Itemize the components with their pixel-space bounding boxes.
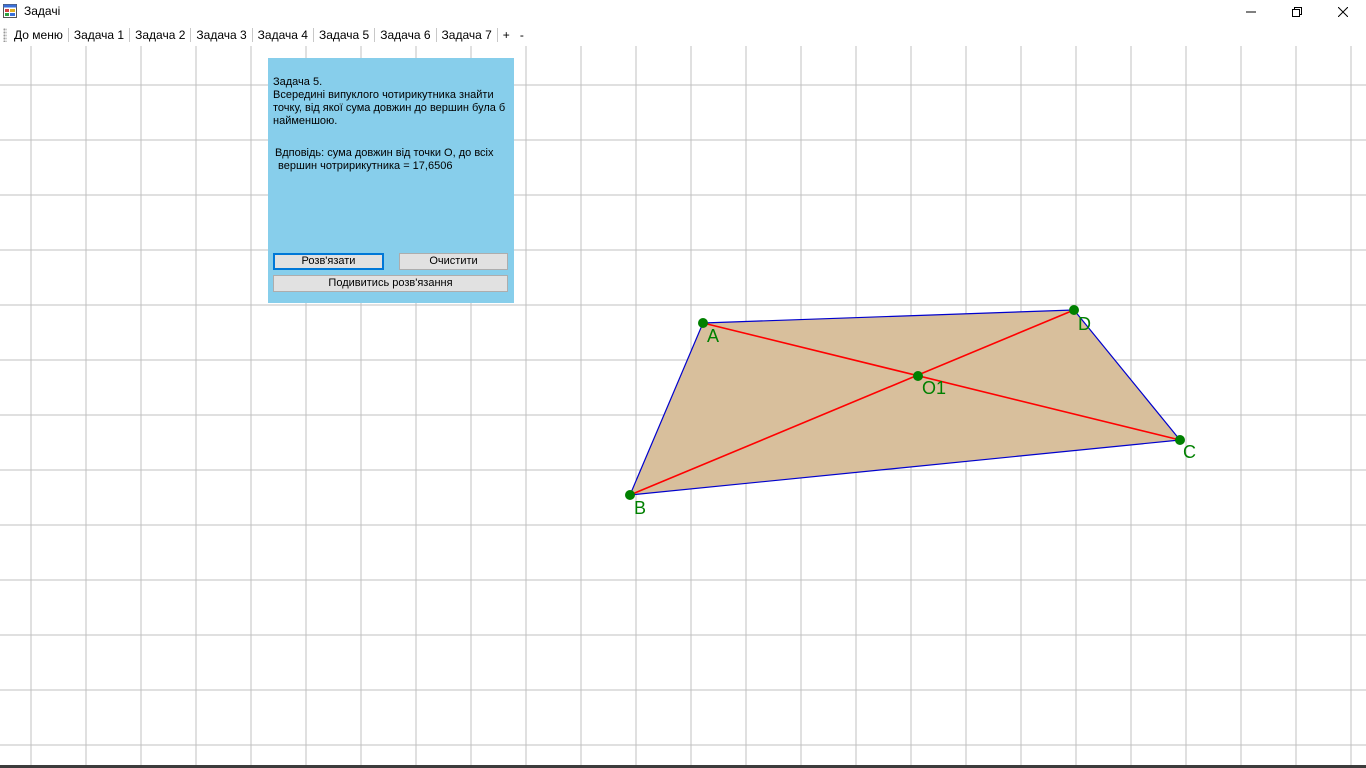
answer-line-2: вершин чотририкутника = 17,6506 <box>275 160 453 172</box>
answer-line-1: Вдповідь: сума довжин від точки О, до вс… <box>275 147 494 159</box>
menu-strip: До меню Задача 1 Задача 2 Задача 3 Задач… <box>0 24 1366 46</box>
maximize-button[interactable] <box>1274 0 1320 24</box>
answer-text: Вдповідь: сума довжин від точки О, до вс… <box>275 147 511 173</box>
menu-item-task-5[interactable]: Задача 5 <box>314 27 374 43</box>
clear-button[interactable]: Очистити <box>399 253 508 270</box>
close-button[interactable] <box>1320 0 1366 24</box>
close-icon <box>1338 7 1348 17</box>
canvas-drawing[interactable]: A D C B O1 <box>0 46 1366 768</box>
vertex-label-d: D <box>1078 314 1091 334</box>
task-description: Задача 5. Всередині випуклого чотирикутн… <box>273 76 511 128</box>
menu-item-back-to-menu[interactable]: До меню <box>9 27 68 43</box>
drawing-canvas[interactable]: A D C B O1 <box>0 46 1366 768</box>
task-panel: Задача 5. Всередині випуклого чотирикутн… <box>268 58 514 303</box>
zoom-out-button[interactable]: - <box>515 27 529 43</box>
minimize-icon <box>1246 11 1256 13</box>
minimize-button[interactable] <box>1228 0 1274 24</box>
menu-item-task-4[interactable]: Задача 4 <box>253 27 313 43</box>
view-solution-button[interactable]: Подивитись розв'язання <box>273 275 508 292</box>
toolstrip-grip[interactable] <box>3 28 7 42</box>
vertex-label-b: B <box>634 498 646 518</box>
task-title: Задача 5. <box>273 76 323 88</box>
window-title: Задачі <box>24 4 61 18</box>
menu-item-task-3[interactable]: Задача 3 <box>191 27 251 43</box>
vertex-label-a: A <box>707 326 719 346</box>
solve-button[interactable]: Розв'язати <box>273 253 384 270</box>
menu-item-task-1[interactable]: Задача 1 <box>69 27 129 43</box>
menu-item-task-2[interactable]: Задача 2 <box>130 27 190 43</box>
menu-item-task-6[interactable]: Задача 6 <box>375 27 435 43</box>
task-statement: Всередині випуклого чотирикутника знайти… <box>273 89 506 127</box>
title-bar: Задачі <box>0 0 1366 24</box>
menu-item-task-7[interactable]: Задача 7 <box>437 27 497 43</box>
point-label-o1: O1 <box>922 378 946 398</box>
zoom-in-button[interactable]: + <box>498 27 515 43</box>
app-window-icon <box>3 4 17 18</box>
maximize-icon <box>1292 7 1302 17</box>
vertex-label-c: C <box>1183 442 1196 462</box>
